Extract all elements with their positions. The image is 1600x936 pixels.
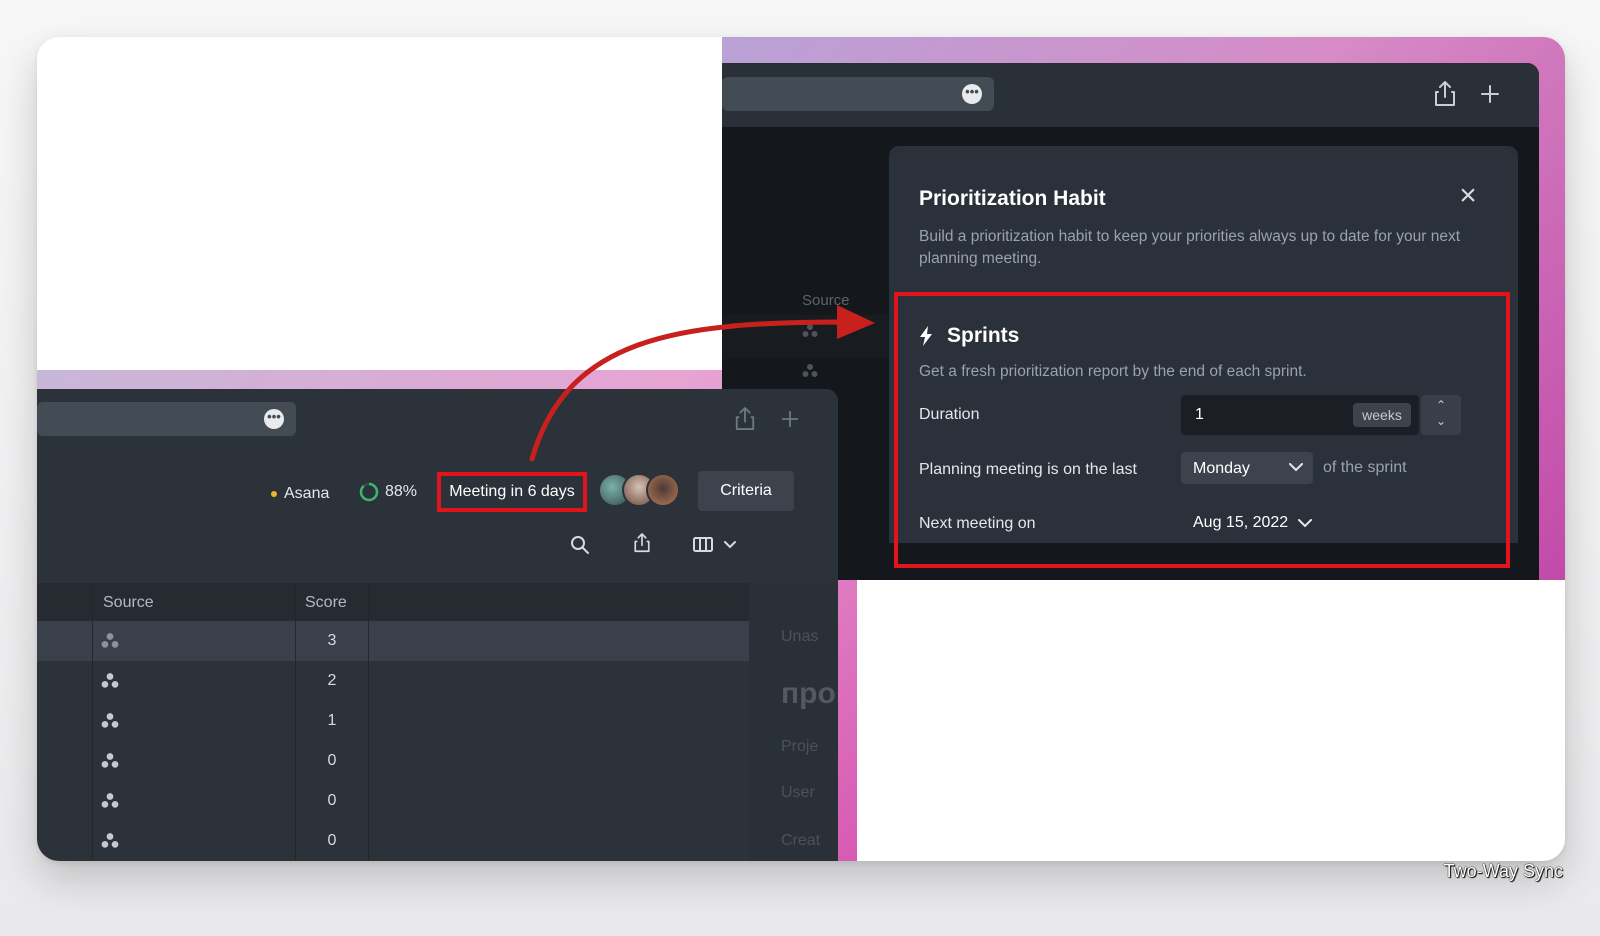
caption: Two-Way Sync: [1443, 861, 1563, 881]
screenshot-card: ••• Source Prioritization Habit × Build …: [37, 37, 1565, 861]
annotation-arrow: [529, 305, 875, 462]
